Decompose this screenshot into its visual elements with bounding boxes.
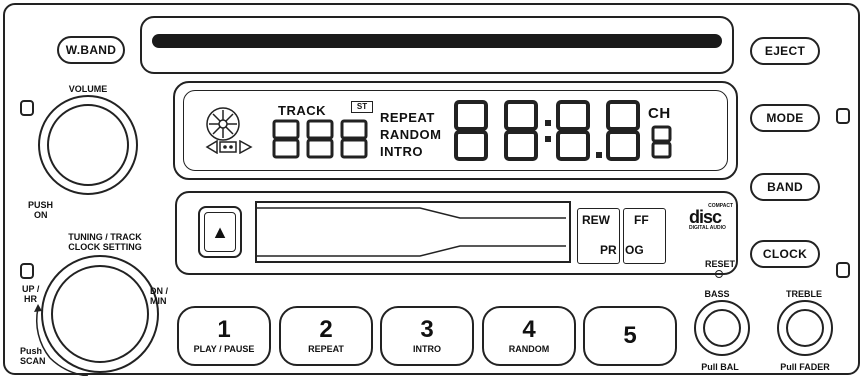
channel-digit-icon (651, 125, 672, 159)
min-label: MIN (150, 296, 167, 306)
reset-button[interactable] (715, 270, 723, 278)
left-bottom-indicator (20, 263, 34, 279)
intro-indicator: INTRO (380, 144, 423, 159)
preset-4-number: 4 (522, 315, 536, 343)
mode-label: MODE (766, 111, 804, 125)
push-scan-label-1: Push (20, 346, 43, 356)
dn-label: DN / (150, 286, 168, 296)
track-digits-icon (272, 119, 368, 159)
up-label: UP / (22, 284, 40, 294)
left-top-indicator (20, 100, 34, 116)
volume-knob[interactable] (38, 95, 138, 195)
right-top-indicator (836, 108, 850, 124)
treble-knob-inner (786, 309, 824, 347)
treble-knob[interactable] (777, 300, 833, 356)
clock-digits-icon (454, 100, 640, 161)
tape-direction-icon (205, 140, 253, 154)
preset-2-number: 2 (319, 315, 333, 343)
ff-label: FF (634, 213, 649, 227)
clock-label: CLOCK (762, 247, 808, 261)
ff-button[interactable]: FF OG (623, 208, 666, 264)
treble-label: TREBLE (786, 289, 822, 299)
preset-2-button[interactable]: 2 REPEAT (279, 306, 373, 366)
rew-label: REW (582, 213, 610, 227)
push-scan-label-2: SCAN (20, 356, 46, 366)
cd-slot-opening (152, 34, 722, 48)
preset-4-label: RANDOM (508, 343, 550, 354)
preset-2-label: REPEAT (308, 343, 344, 354)
hr-label: HR (24, 294, 37, 304)
on-label: ON (34, 210, 48, 220)
eject-button[interactable]: EJECT (750, 37, 820, 65)
cassette-door (255, 201, 571, 263)
preset-1-label: PLAY / PAUSE (193, 343, 255, 354)
eject-label: EJECT (764, 44, 806, 58)
right-bottom-indicator (836, 262, 850, 278)
band-label: BAND (767, 180, 803, 194)
preset-3-label: INTRO (413, 343, 441, 354)
preset-3-button[interactable]: 3 INTRO (380, 306, 474, 366)
tuning-label-line2: CLOCK SETTING (68, 242, 142, 252)
channel-indicator: CH (648, 105, 671, 122)
push-label: PUSH (28, 200, 54, 210)
repeat-indicator: REPEAT (380, 110, 435, 125)
rew-button[interactable]: REW PR (577, 208, 620, 264)
tuning-label-line1: TUNING / TRACK (68, 232, 142, 242)
prog-left-label: PR (600, 243, 617, 257)
random-indicator: RANDOM (380, 127, 442, 142)
preset-1-button[interactable]: 1 PLAY / PAUSE (177, 306, 271, 366)
pull-fader-label: Pull FADER (780, 362, 830, 372)
reset-label: RESET (704, 259, 735, 269)
bass-knob[interactable] (694, 300, 750, 356)
volume-knob-inner (47, 104, 129, 186)
preset-5-number: 5 (623, 322, 637, 349)
stereo-indicator: ST (351, 101, 373, 113)
compact-disc-logo-main: disc (689, 207, 722, 227)
preset-5-button[interactable]: 5 (583, 306, 677, 366)
tape-eject-icon: ▲ (204, 212, 236, 252)
track-indicator: TRACK (278, 103, 326, 118)
bass-knob-inner (703, 309, 741, 347)
band-button[interactable]: BAND (750, 173, 820, 201)
compact-disc-logo-bottom: DIGITAL AUDIO (689, 225, 726, 231)
mode-button[interactable]: MODE (750, 104, 820, 132)
preset-4-button[interactable]: 4 RANDOM (482, 306, 576, 366)
prog-right-label: OG (625, 243, 644, 257)
pull-bal-label: Pull BAL (701, 362, 739, 372)
volume-label: VOLUME (68, 84, 108, 94)
preset-1-number: 1 (217, 315, 231, 343)
preset-3-number: 3 (420, 315, 434, 343)
compact-disc-logo: COMPACT disc DIGITAL AUDIO (689, 203, 733, 231)
tape-eject-button[interactable]: ▲ (198, 206, 242, 258)
bass-label: BASS (704, 289, 730, 299)
wband-label: W.BAND (65, 43, 117, 57)
wband-button[interactable]: W.BAND (57, 36, 125, 64)
clock-button[interactable]: CLOCK (750, 240, 820, 268)
